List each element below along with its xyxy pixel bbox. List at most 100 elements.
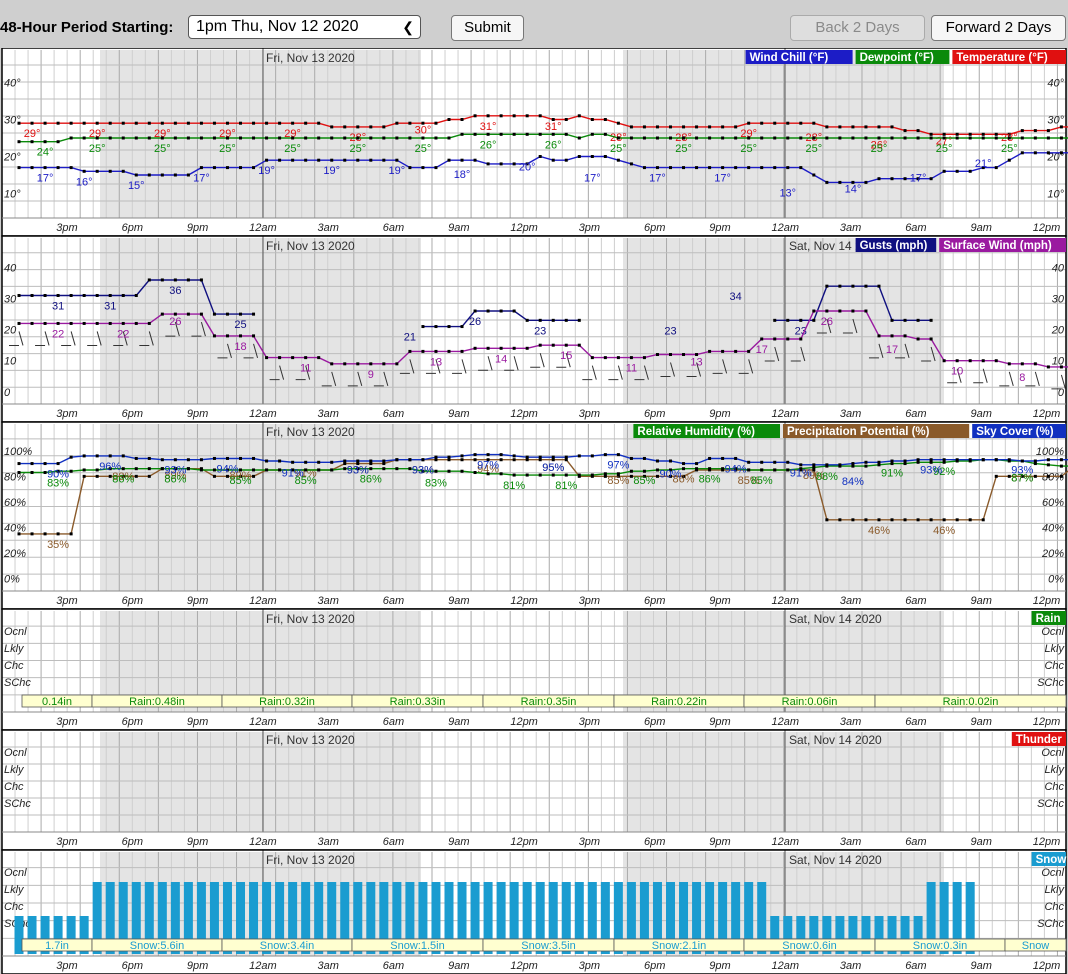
night-shade <box>100 50 421 218</box>
time-tick-label: 12am <box>249 408 277 420</box>
temperature-point <box>239 121 243 125</box>
relative-humidity-point <box>134 467 138 471</box>
windchill-point <box>447 158 451 162</box>
time-tick-label: 6am <box>383 836 404 848</box>
period-select[interactable]: 1pm Thu, Nov 12 2020 ❮ <box>188 15 421 39</box>
relative-humidity-point <box>382 467 386 471</box>
dewpoint-point <box>212 136 216 140</box>
surface-wind-data-label: 14 <box>495 353 507 365</box>
y-tick-label: 100% <box>1036 446 1064 458</box>
temperature-point <box>655 125 659 129</box>
relative-humidity-point <box>447 469 451 473</box>
relative-humidity-point <box>812 465 816 469</box>
legend-label: Snow <box>1036 854 1067 866</box>
surface-wind-data-label: 22 <box>117 328 129 340</box>
date-label: Sat, Nov 14 2020 <box>789 733 882 747</box>
precip-potential-point <box>825 518 829 522</box>
time-tick-label: 3pm <box>579 408 600 420</box>
windchill-point <box>421 166 425 170</box>
submit-button[interactable]: Submit <box>451 15 524 41</box>
sky-cover-point <box>486 453 490 457</box>
relative-humidity-point <box>199 468 203 472</box>
y-tick-label: 20% <box>1041 548 1064 560</box>
temperature-point <box>616 121 620 125</box>
level-label: Lkly <box>1044 884 1065 896</box>
time-tick-label: 3pm <box>56 960 77 972</box>
sky-cover-data-label: 84% <box>842 476 864 488</box>
dewpoint-point <box>473 132 477 136</box>
sky-cover-point <box>473 453 477 457</box>
windchill-point <box>642 166 646 170</box>
date-label: Sat, Nov 14 2020 <box>789 853 882 867</box>
snow-amount-label: 1.7in <box>45 940 69 952</box>
time-tick-label: 9am <box>970 960 991 972</box>
windchill-point <box>460 158 464 162</box>
gusts-point <box>929 318 933 322</box>
y-tick-label: 40° <box>1047 78 1064 90</box>
rain-amount-label: Rain:0.48in <box>129 696 185 708</box>
time-tick-label: 12pm <box>510 716 538 728</box>
sky-cover-point <box>382 459 386 463</box>
level-label: SChc <box>1037 798 1064 810</box>
time-tick-label: 6am <box>905 408 926 420</box>
sky-cover-point <box>786 460 790 464</box>
relative-humidity-point <box>460 469 464 473</box>
precip-potential-point <box>968 518 972 522</box>
forward-2-days-button[interactable]: Forward 2 Days <box>931 15 1066 41</box>
gusts-point <box>838 284 842 288</box>
windchill-data-label: 19° <box>258 165 275 177</box>
dewpoint-point <box>994 136 998 140</box>
time-tick-label: 3am <box>317 836 338 848</box>
surface-wind-point <box>56 321 60 325</box>
time-tick-label: 12am <box>772 836 800 848</box>
surface-wind-point <box>460 349 464 353</box>
gusts-point <box>212 312 216 316</box>
windchill-point <box>968 169 972 173</box>
windchill-point <box>682 166 686 170</box>
sky-cover-data-label: 95% <box>542 462 564 474</box>
sky-cover-data-label: 93% <box>164 465 186 477</box>
windchill-point <box>538 155 542 158</box>
dewpoint-point <box>955 136 959 140</box>
surface-wind-point <box>577 343 581 347</box>
time-tick-label: 9am <box>448 960 469 972</box>
temperature-point <box>890 125 894 129</box>
time-tick-label: 6pm <box>122 408 143 420</box>
windchill-point <box>369 158 373 162</box>
surface-wind-data-label: 13 <box>430 356 442 368</box>
relative-humidity-point <box>890 462 894 466</box>
surface-wind-point <box>734 349 738 353</box>
windchill-point <box>317 158 321 162</box>
dewpoint-point <box>669 136 672 140</box>
precip-potential-point <box>838 518 842 522</box>
temperature-point <box>82 121 86 125</box>
temperature-point <box>1033 129 1037 133</box>
precip-potential-point <box>1033 474 1037 478</box>
relative-humidity-point <box>629 469 633 473</box>
gusts-data-label: 23 <box>664 325 676 337</box>
temperature-point <box>225 121 229 125</box>
dewpoint-data-label: 25° <box>871 143 888 155</box>
temperature-point <box>538 114 542 118</box>
back-2-days-button[interactable]: Back 2 Days <box>790 15 925 41</box>
y-tick-label: 20% <box>3 548 26 560</box>
sky-cover-point <box>239 456 243 460</box>
sky-cover-point <box>525 455 529 459</box>
temperature-point <box>56 121 60 125</box>
time-tick-label: 12pm <box>1033 408 1061 420</box>
sky-cover-point <box>734 456 738 460</box>
precip-potential-point <box>890 518 894 522</box>
time-tick-label: 6pm <box>644 836 665 848</box>
windchill-point <box>395 158 399 162</box>
windchill-point <box>773 166 777 170</box>
relative-humidity-point <box>69 469 73 473</box>
sky-cover-point <box>629 456 633 460</box>
surface-wind-point <box>369 362 373 366</box>
y-tick-label: 30 <box>4 294 17 306</box>
temperature-data-label: 31° <box>545 121 562 133</box>
time-tick-label: 6am <box>905 716 926 728</box>
time-tick-label: 3pm <box>579 716 600 728</box>
surface-wind-point <box>121 321 125 325</box>
gusts-point <box>877 284 881 288</box>
sky-cover-point <box>1059 458 1063 462</box>
